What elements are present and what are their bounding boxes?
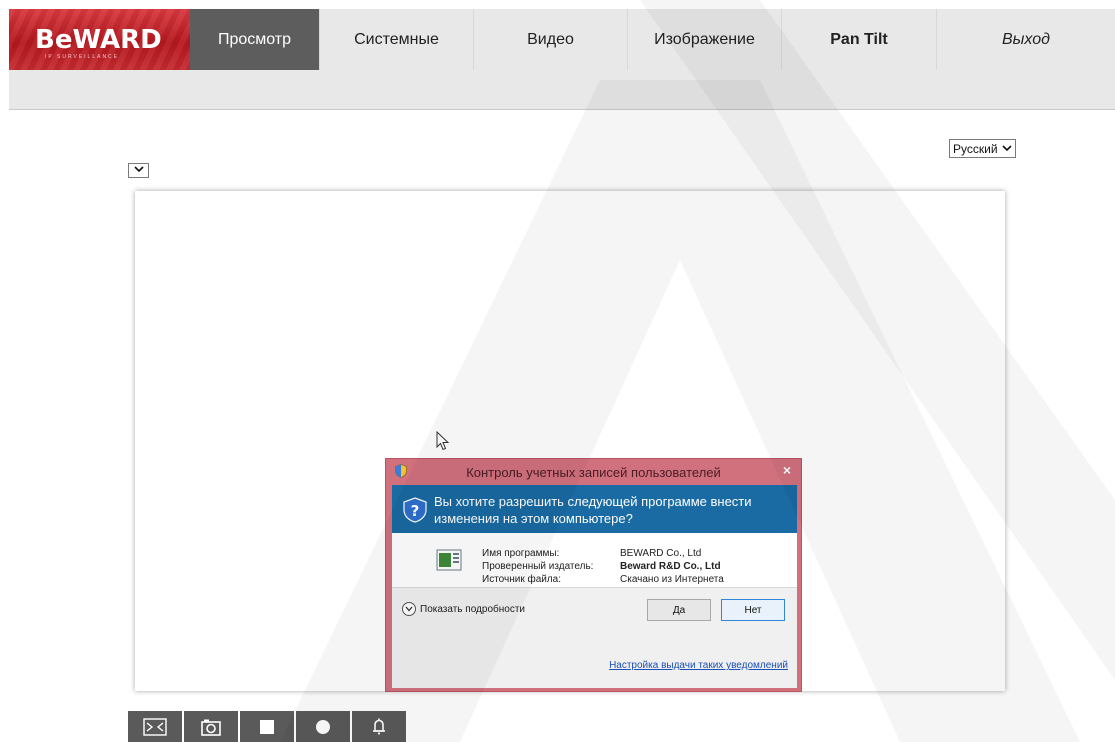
fullscreen-button[interactable] bbox=[128, 711, 182, 742]
brand-logo: BeWARD IP SURVEILLANCE bbox=[9, 9, 190, 70]
uac-footer: Показать подробности Да Нет Настройка вы… bbox=[392, 587, 797, 688]
uac-header: ? Вы хотите разрешить следующей программ… bbox=[392, 485, 797, 533]
chevron-down-icon bbox=[402, 602, 416, 616]
stop-button[interactable] bbox=[240, 711, 294, 742]
chevron-down-icon bbox=[133, 165, 144, 176]
value-file-source: Скачано из Интернета bbox=[620, 574, 724, 585]
nav-tab-video[interactable]: Видео bbox=[474, 9, 628, 70]
shield-icon bbox=[395, 464, 407, 478]
uac-labels: Имя программы: Проверенный издатель: Ист… bbox=[482, 547, 620, 586]
uac-values: BEWARD Co., Ltd Beward R&D Co., Ltd Скач… bbox=[620, 547, 724, 586]
show-details-toggle[interactable]: Показать подробности bbox=[402, 602, 525, 616]
record-icon bbox=[316, 719, 330, 734]
value-publisher: Beward R&D Co., Ltd bbox=[620, 561, 721, 572]
notification-settings-link[interactable]: Настройка выдачи таких уведомлений bbox=[609, 660, 788, 671]
chevron-down-icon bbox=[1002, 141, 1012, 158]
language-select[interactable]: Русский bbox=[949, 139, 1016, 158]
record-button[interactable] bbox=[296, 711, 350, 742]
uac-details: Имя программы: Проверенный издатель: Ист… bbox=[392, 533, 797, 586]
alarm-bell-icon bbox=[373, 718, 385, 734]
nav-tab-system[interactable]: Системные bbox=[320, 9, 474, 70]
label-file-source: Источник файла: bbox=[482, 574, 562, 585]
uac-title: Контроль учетных записей пользователей bbox=[466, 464, 721, 480]
svg-text:?: ? bbox=[411, 502, 420, 520]
alarm-button[interactable] bbox=[352, 711, 406, 742]
stream-select[interactable] bbox=[128, 163, 149, 178]
sub-navigation-bar bbox=[9, 70, 1115, 110]
no-button[interactable]: Нет bbox=[721, 599, 785, 621]
show-details-label: Показать подробности bbox=[420, 603, 525, 615]
nav-tab-logout[interactable]: Выход bbox=[937, 9, 1115, 70]
stop-icon bbox=[260, 719, 274, 734]
uac-content: ? Вы хотите разрешить следующей программ… bbox=[392, 485, 797, 688]
language-selected-value: Русский bbox=[953, 141, 998, 156]
mouse-cursor-icon bbox=[436, 431, 450, 451]
snapshot-button[interactable] bbox=[184, 711, 238, 742]
uac-question: Вы хотите разрешить следующей программе … bbox=[434, 494, 752, 526]
label-publisher: Проверенный издатель: bbox=[482, 561, 594, 572]
fullscreen-icon bbox=[143, 717, 167, 736]
page-root: BeWARD IP SURVEILLANCE Просмотр Системны… bbox=[0, 0, 1115, 742]
close-icon[interactable]: × bbox=[783, 462, 791, 478]
value-program-name: BEWARD Co., Ltd bbox=[620, 548, 702, 559]
uac-dialog: Контроль учетных записей пользователей ×… bbox=[385, 458, 802, 692]
top-navigation: BeWARD IP SURVEILLANCE Просмотр Системны… bbox=[9, 9, 1115, 70]
program-icon bbox=[436, 549, 462, 571]
logo-subtitle: IP SURVEILLANCE bbox=[45, 54, 120, 60]
nav-tab-image[interactable]: Изображение bbox=[628, 9, 782, 70]
camera-snapshot-icon bbox=[201, 719, 221, 736]
video-controls bbox=[128, 711, 406, 742]
question-shield-icon: ? bbox=[403, 497, 427, 523]
yes-button[interactable]: Да bbox=[647, 599, 711, 621]
nav-tab-pan-tilt[interactable]: Pan Tilt bbox=[782, 9, 937, 70]
label-program-name: Имя программы: bbox=[482, 548, 560, 559]
logo-text: BeWARD bbox=[35, 25, 162, 55]
nav-tab-view[interactable]: Просмотр bbox=[190, 9, 320, 70]
